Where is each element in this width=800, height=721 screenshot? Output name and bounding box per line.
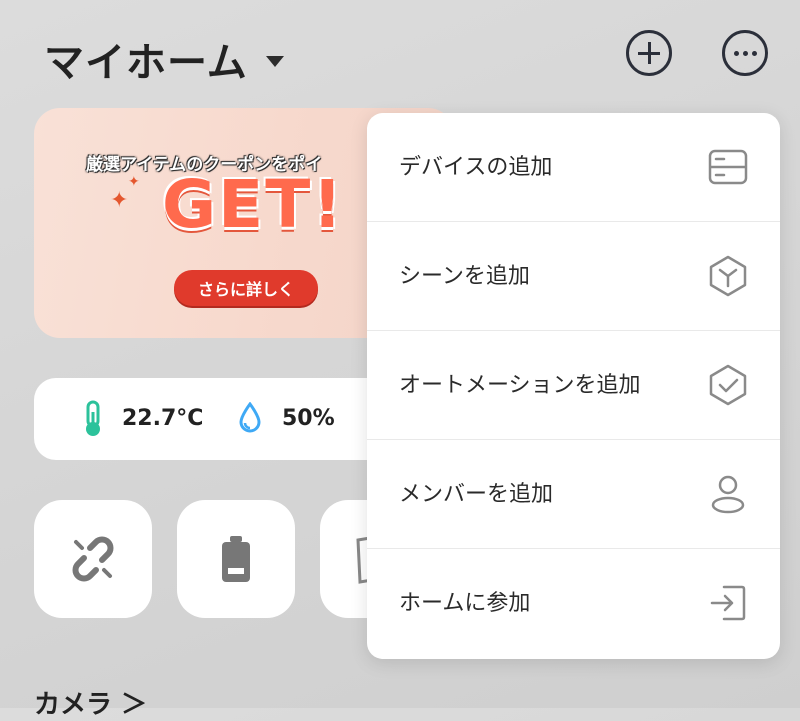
menu-item-label: デバイスの追加 [399,155,553,180]
menu-item-add-scene[interactable]: シーンを追加 [367,222,780,331]
scene-hexagon-icon [709,255,747,297]
caret-down-icon [265,55,284,67]
temperature-value: 22.7°C [122,406,204,431]
join-enter-icon [710,585,746,621]
menu-item-label: ホームに参加 [399,591,531,616]
menu-item-label: シーンを追加 [399,264,530,289]
battery-icon [222,536,250,582]
menu-item-add-member[interactable]: メンバーを追加 [367,440,780,549]
humidity-value: 50% [282,406,335,431]
menu-item-join-home[interactable]: ホームに参加 [367,549,780,658]
sparkle-icon: ✦ [110,188,129,213]
broken-link-icon [72,536,114,582]
home-selector[interactable]: マイホーム [44,30,284,88]
plus-vertical-bar [647,42,651,64]
camera-section-link[interactable]: カメラ ＞ [34,684,147,721]
menu-item-add-device[interactable]: デバイスの追加 [367,113,780,222]
water-drop-icon [239,402,261,433]
weather-card[interactable]: 22.7°C 50% [34,378,414,460]
menu-item-label: メンバーを追加 [399,482,554,507]
more-button[interactable] [722,30,768,76]
home-title: マイホーム [44,40,248,86]
tile-battery[interactable] [177,500,295,618]
thermometer-icon [86,400,100,436]
menu-item-add-automation[interactable]: オートメーションを追加 [367,331,780,440]
device-list-icon [708,149,748,185]
menu-item-label: オートメーションを追加 [399,373,641,398]
sparkle-small-icon: ✦ [128,174,140,190]
automation-check-icon [709,364,747,406]
banner-big-text: GET! [162,166,345,243]
add-menu-popup: デバイスの追加 シーンを追加 オートメーションを追加 メンバーを追加 ホームに参… [367,113,780,659]
person-icon [711,475,745,514]
tile-unlink[interactable] [34,500,152,618]
banner-cta-button[interactable]: さらに詳しく [174,270,318,306]
more-horizontal-icon [733,50,757,56]
add-button[interactable] [626,30,672,76]
